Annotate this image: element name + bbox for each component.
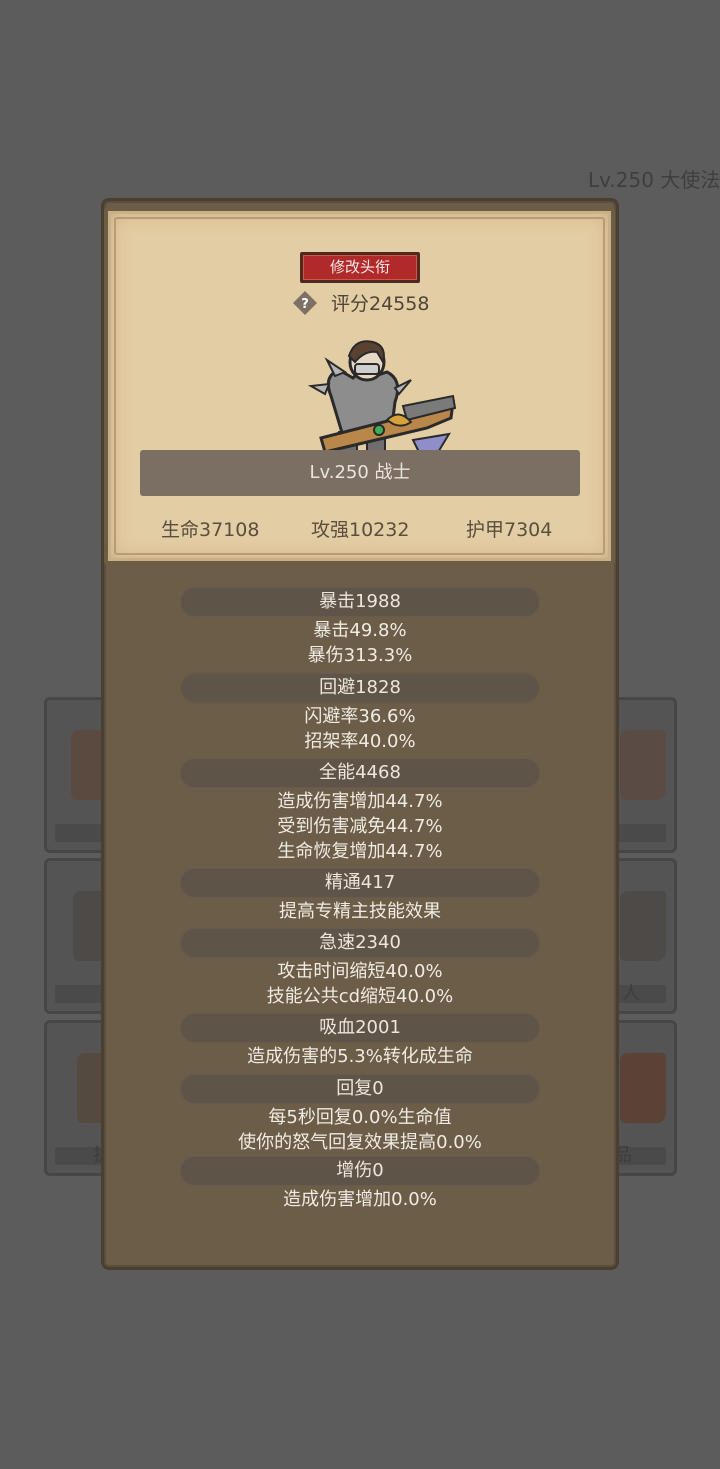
stat-header-regen: 回复0	[180, 1074, 540, 1104]
stat-header-crit: 暴击1988	[180, 587, 540, 617]
stat-line: 闪避率36.6%	[304, 706, 416, 727]
stat-line: 招架率40.0%	[304, 731, 416, 752]
stat-header-mastery: 精通417	[180, 868, 540, 898]
stat-line: 受到伤害减免44.7%	[277, 816, 443, 837]
stat-line: 造成伤害的5.3%转化成生命	[247, 1046, 473, 1067]
stat-line: 提高专精主技能效果	[279, 901, 441, 922]
stat-line: 使你的怒气回复效果提高0.0%	[238, 1132, 482, 1153]
svg-text:?: ?	[301, 297, 309, 312]
stat-header-lifesteal: 吸血2001	[180, 1013, 540, 1043]
stat-header-haste: 急速2340	[180, 928, 540, 958]
help-icon[interactable]: ?	[292, 290, 318, 316]
stat-line: 每5秒回复0.0%生命值	[268, 1107, 452, 1128]
attack-stat: 攻强10232	[311, 519, 410, 541]
rename-title-button[interactable]: 修改头衔	[300, 252, 420, 283]
background-slot-label: 人	[622, 983, 640, 1004]
stat-line: 造成伤害增加44.7%	[277, 791, 443, 812]
hero-level-text: Lv.250 战士	[309, 462, 411, 483]
armor-stat: 护甲7304	[466, 519, 553, 541]
stat-line: 暴伤313.3%	[307, 645, 413, 666]
stat-header-avoidance: 回避1828	[180, 673, 540, 703]
hp-stat: 生命37108	[161, 519, 260, 541]
stat-line: 生命恢复增加44.7%	[277, 841, 443, 862]
background-title: Lv.250 大使法师	[588, 168, 720, 192]
stat-header-versatility: 全能4468	[180, 758, 540, 788]
stat-line: 技能公共cd缩短40.0%	[266, 986, 454, 1007]
stat-header-damage-bonus: 增伤0	[180, 1156, 540, 1186]
stat-line: 造成伤害增加0.0%	[283, 1189, 437, 1210]
stat-line: 暴击49.8%	[313, 620, 407, 641]
score-text: 评分24558	[331, 293, 430, 315]
stat-line: 攻击时间缩短40.0%	[277, 961, 443, 982]
